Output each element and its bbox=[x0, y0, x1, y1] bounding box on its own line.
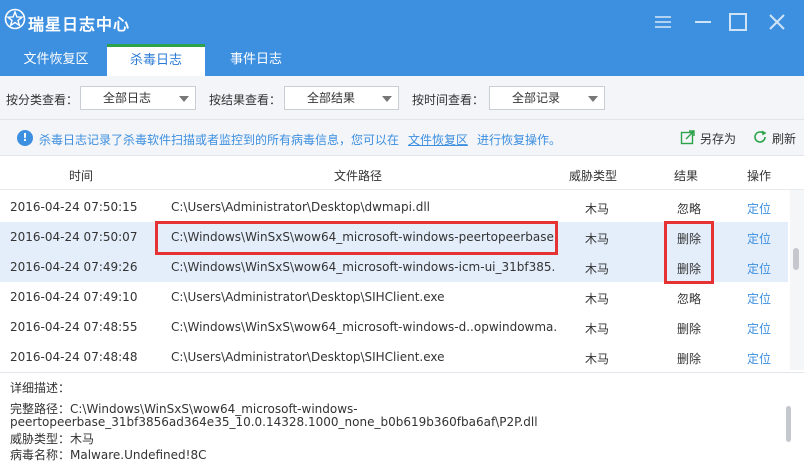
info-text: 杀毒日志记录了杀毒软件扫描或者监控到的所有病毒信息，您可以在 bbox=[39, 133, 400, 147]
row-threat-type: 木马 bbox=[585, 232, 610, 246]
row-time: 2016-04-24 07:48:55 bbox=[10, 320, 138, 334]
tab-bar: 文件恢复区 杀毒日志 事件日志 bbox=[0, 44, 804, 76]
header-action: 操作 bbox=[747, 169, 772, 183]
category-filter-select[interactable]: 全部日志 bbox=[80, 86, 196, 110]
header-result: 结果 bbox=[674, 169, 699, 183]
time-filter-label: 按时间查看： bbox=[412, 93, 485, 107]
export-icon bbox=[680, 130, 695, 145]
locate-link[interactable]: 定位 bbox=[747, 200, 771, 217]
locate-link[interactable]: 定位 bbox=[747, 320, 771, 337]
detail-heading: 详细描述： bbox=[10, 381, 71, 395]
result-filter-label: 按结果查看： bbox=[209, 93, 282, 107]
info-bar: ! 杀毒日志记录了杀毒软件扫描或者监控到的所有病毒信息，您可以在 文件恢复区 进… bbox=[0, 120, 804, 156]
row-result: 忽略 bbox=[677, 292, 702, 306]
tab-event-log[interactable]: 事件日志 bbox=[210, 44, 302, 76]
row-time: 2016-04-24 07:49:26 bbox=[10, 260, 138, 274]
row-file-path: C:\Windows\WinSxS\wow64_microsoft-window… bbox=[171, 320, 556, 334]
category-filter-label: 按分类查看： bbox=[6, 93, 79, 107]
locate-link[interactable]: 定位 bbox=[747, 350, 771, 367]
header-file-path: 文件路径 bbox=[334, 169, 383, 183]
path-highlight-box bbox=[155, 221, 558, 255]
tab-antivirus-log[interactable]: 杀毒日志 bbox=[107, 44, 205, 76]
chevron-down-icon bbox=[588, 96, 598, 102]
time-filter-select[interactable]: 全部记录 bbox=[489, 86, 605, 110]
table-row[interactable]: 2016-04-24 07:48:48 C:\Users\Administrat… bbox=[0, 342, 788, 372]
info-icon: ! bbox=[17, 130, 33, 146]
star-logo-icon bbox=[4, 8, 26, 30]
row-threat-type: 木马 bbox=[585, 262, 610, 276]
table-row[interactable]: 2016-04-24 07:48:55 C:\Windows\WinSxS\wo… bbox=[0, 312, 788, 342]
row-file-path: C:\Users\Administrator\Desktop\SIHClient… bbox=[171, 350, 445, 364]
row-threat-type: 木马 bbox=[585, 322, 610, 336]
locate-link[interactable]: 定位 bbox=[747, 260, 771, 277]
row-threat-type: 木马 bbox=[585, 292, 610, 306]
row-result: 删除 bbox=[677, 322, 702, 336]
tab-file-recovery[interactable]: 文件恢复区 bbox=[0, 44, 112, 76]
detail-threat-type: 威胁类型：木马 bbox=[10, 432, 95, 446]
row-file-path: C:\Windows\WinSxS\wow64_microsoft-window… bbox=[171, 260, 556, 274]
locate-link[interactable]: 定位 bbox=[747, 230, 771, 247]
header-time: 时间 bbox=[69, 169, 94, 183]
row-result: 忽略 bbox=[677, 202, 702, 216]
table-row[interactable]: 2016-04-24 07:50:15 C:\Users\Administrat… bbox=[0, 192, 788, 222]
detail-virus-name: 病毒名称：Malware.Undefined!8C bbox=[10, 448, 207, 462]
table-scrollbar[interactable] bbox=[790, 190, 804, 370]
time-filter-value: 全部记录 bbox=[512, 91, 561, 105]
header-threat-type: 威胁类型 bbox=[569, 169, 618, 183]
result-highlight-box bbox=[664, 221, 714, 284]
minimize-icon[interactable] bbox=[691, 10, 715, 34]
category-filter-value: 全部日志 bbox=[103, 91, 152, 105]
row-result: 删除 bbox=[677, 352, 702, 366]
close-icon[interactable] bbox=[765, 10, 789, 34]
save-as-label: 另存为 bbox=[700, 132, 737, 146]
table-header: 时间 文件路径 威胁类型 结果 操作 bbox=[0, 157, 804, 190]
table-row[interactable]: 2016-04-24 07:49:10 C:\Users\Administrat… bbox=[0, 282, 788, 312]
title-bar: 瑞星日志中心 bbox=[0, 0, 804, 44]
refresh-icon bbox=[754, 130, 767, 143]
detail-scrollbar-thumb[interactable] bbox=[786, 406, 791, 442]
result-filter-select[interactable]: 全部结果 bbox=[284, 86, 399, 110]
row-file-path: C:\Users\Administrator\Desktop\SIHClient… bbox=[171, 290, 445, 304]
result-filter-value: 全部结果 bbox=[307, 91, 356, 105]
row-time: 2016-04-24 07:48:48 bbox=[10, 350, 138, 364]
chevron-down-icon bbox=[382, 96, 392, 102]
info-text-after: 进行恢复操作。 bbox=[477, 133, 562, 147]
locate-link[interactable]: 定位 bbox=[747, 290, 771, 307]
refresh-label: 刷新 bbox=[772, 132, 797, 146]
detail-path-line2: peertopeerbase_31bf3856ad364e35_10.0.143… bbox=[10, 415, 538, 429]
filter-bar: 按分类查看： 全部日志 按结果查看： 全部结果 按时间查看： 全部记录 bbox=[0, 76, 804, 120]
table-scrollbar-thumb[interactable] bbox=[793, 248, 799, 270]
menu-icon[interactable] bbox=[651, 10, 675, 34]
maximize-icon[interactable] bbox=[726, 10, 750, 34]
row-time: 2016-04-24 07:49:10 bbox=[10, 290, 138, 304]
row-time: 2016-04-24 07:50:07 bbox=[10, 230, 138, 244]
file-recovery-link[interactable]: 文件恢复区 bbox=[408, 131, 468, 148]
chevron-down-icon bbox=[179, 96, 189, 102]
row-time: 2016-04-24 07:50:15 bbox=[10, 200, 138, 214]
row-threat-type: 木马 bbox=[585, 202, 610, 216]
row-file-path: C:\Users\Administrator\Desktop\dwmapi.dl… bbox=[171, 200, 431, 214]
app-title: 瑞星日志中心 bbox=[28, 15, 131, 34]
row-threat-type: 木马 bbox=[585, 352, 610, 366]
